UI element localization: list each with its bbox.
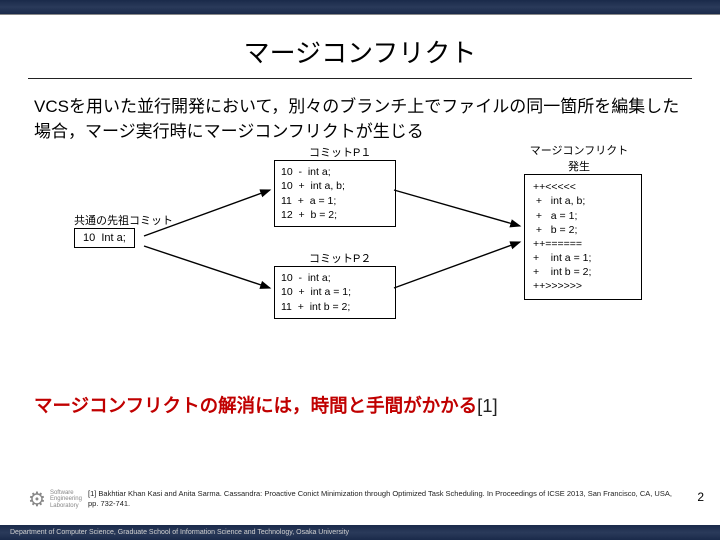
commit-p2-box: 10 - int a; 10 + int a = 1; 11 + int b =… — [274, 266, 396, 319]
diagram-area: 共通の先祖コミット 10 Int a; コミットP１ 10 - int a; 1… — [34, 150, 686, 380]
ancestor-label: 共通の先祖コミット — [74, 212, 173, 228]
logo-mark-icon: ⚙ — [28, 487, 46, 512]
footer: Department of Computer Science, Graduate… — [0, 525, 720, 540]
conclusion-text: マージコンフリクトの解消には，時間と手間がかかる — [34, 395, 477, 416]
lab-logo: ⚙ Software Engineering Laboratory — [28, 487, 82, 512]
slide-title: マージコンフリクト — [0, 33, 720, 70]
logo-line3: Laboratory — [50, 503, 82, 510]
commit-p1-label: コミットP１ — [309, 144, 371, 160]
conclusion: マージコンフリクトの解消には，時間と手間がかかる[1] — [34, 392, 686, 418]
logo-line1: Software — [50, 490, 82, 497]
commit-p1-box: 10 - int a; 10 + int a, b; 11 + a = 1; 1… — [274, 160, 396, 227]
ancestor-box: 10 Int a; — [74, 228, 135, 248]
conflict-label: マージコンフリクト 発生 — [524, 142, 634, 174]
citation: [1] Bakhtiar Khan Kasi and Anita Sarma. … — [88, 489, 680, 508]
conclusion-ref: [1] — [477, 395, 498, 416]
logo-text: Software Engineering Laboratory — [50, 490, 82, 510]
logo-line2: Engineering — [50, 496, 82, 503]
title-rule — [28, 78, 692, 79]
page-number: 2 — [697, 490, 704, 504]
top-bar — [0, 0, 720, 15]
commit-p2-label: コミットP２ — [309, 250, 371, 266]
conflict-box: ++<<<<< + int a, b; + a = 1; + b = 2; ++… — [524, 174, 642, 299]
body-paragraph: VCSを用いた並行開発において，別々のブランチ上でファイルの同一箇所を編集した場… — [34, 95, 686, 144]
